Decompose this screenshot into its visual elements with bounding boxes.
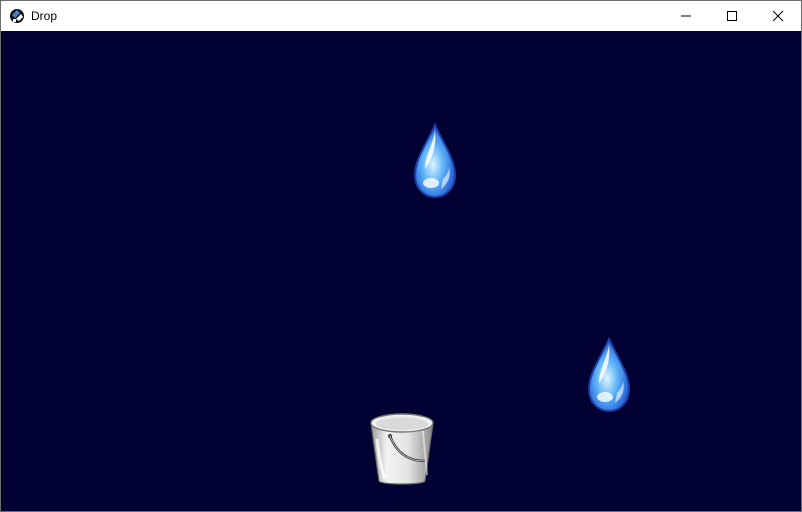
raindrop-sprite bbox=[587, 337, 631, 413]
close-icon bbox=[772, 10, 784, 22]
bucket-sprite[interactable] bbox=[367, 409, 437, 489]
maximize-button[interactable] bbox=[709, 1, 755, 31]
title-bar[interactable]: Drop bbox=[1, 1, 801, 31]
close-button[interactable] bbox=[755, 1, 801, 31]
raindrop-sprite bbox=[413, 123, 457, 199]
minimize-icon bbox=[681, 15, 691, 17]
window-title: Drop bbox=[31, 9, 58, 23]
app-window: Drop bbox=[0, 0, 802, 512]
app-icon bbox=[10, 9, 24, 23]
maximize-icon bbox=[727, 11, 737, 21]
game-canvas[interactable] bbox=[1, 31, 801, 511]
minimize-button[interactable] bbox=[663, 1, 709, 31]
